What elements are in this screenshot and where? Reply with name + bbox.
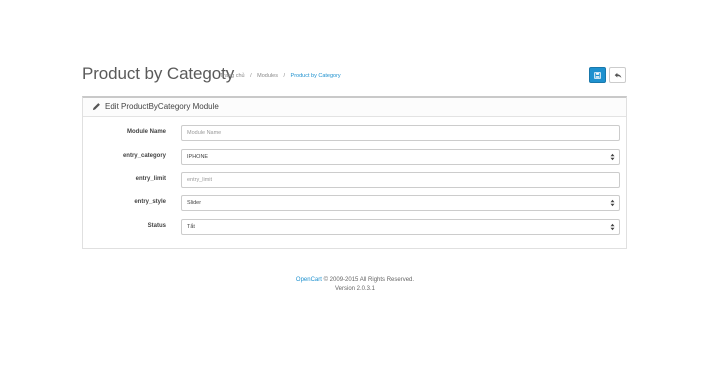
form-row-entry-category: entry_category IPHONE xyxy=(83,149,626,166)
edit-module-panel: Edit ProductByCategory Module Module Nam… xyxy=(82,96,627,249)
entry-style-value: Slider xyxy=(187,200,202,206)
footer-copyright: © 2009-2015 All Rights Reserved. xyxy=(323,277,415,283)
entry-category-value: IPHONE xyxy=(187,154,209,160)
opencart-link[interactable]: OpenCart xyxy=(296,277,322,283)
select-arrows-icon xyxy=(610,153,615,161)
entry-limit-input[interactable]: entry_limit xyxy=(181,172,620,188)
reply-icon xyxy=(614,72,621,78)
module-name-label: Module Name xyxy=(126,129,166,135)
breadcrumb: Trang chủ / Modules / Product by Categor… xyxy=(220,73,341,79)
panel-title: Edit ProductByCategory Module xyxy=(105,102,219,111)
save-icon xyxy=(594,71,601,79)
form-row-status: Status Tắt xyxy=(83,219,626,236)
entry-category-label: entry_category xyxy=(122,153,166,159)
panel-heading: Edit ProductByCategory Module xyxy=(83,98,626,117)
form-row-entry-style: entry_style Slider xyxy=(83,195,626,212)
module-name-input[interactable]: Module Name xyxy=(181,125,620,141)
breadcrumb-separator: / xyxy=(283,73,286,79)
select-arrows-icon xyxy=(610,199,615,207)
breadcrumb-current[interactable]: Product by Category xyxy=(291,73,341,79)
back-button[interactable] xyxy=(609,67,626,83)
form-row-entry-limit: entry_limit entry_limit xyxy=(83,172,626,189)
footer: OpenCart © 2009-2015 All Rights Reserved… xyxy=(0,276,710,294)
breadcrumb-separator: / xyxy=(250,73,252,79)
footer-version: Version 2.0.3.1 xyxy=(334,286,376,292)
save-button[interactable] xyxy=(589,67,606,83)
entry-style-label: entry_style xyxy=(134,199,166,205)
page-header: Product by Categoty Trang chủ / Modules … xyxy=(82,64,626,88)
page-title: Product by Categoty xyxy=(82,64,235,83)
breadcrumb-modules[interactable]: Modules xyxy=(257,73,278,79)
entry-style-select[interactable]: Slider xyxy=(181,195,620,211)
entry-limit-label: entry_limit xyxy=(135,176,166,182)
status-value: Tắt xyxy=(187,224,195,230)
status-select[interactable]: Tắt xyxy=(181,219,620,235)
form-row-module-name: Module Name Module Name xyxy=(83,125,626,142)
entry-category-select[interactable]: IPHONE xyxy=(181,149,620,165)
select-arrows-icon xyxy=(610,223,615,231)
pencil-icon xyxy=(92,103,100,111)
breadcrumb-home[interactable]: Trang chủ xyxy=(220,73,245,79)
status-label: Status xyxy=(147,223,166,229)
footer-copyright-line: OpenCart © 2009-2015 All Rights Reserved… xyxy=(0,276,710,285)
